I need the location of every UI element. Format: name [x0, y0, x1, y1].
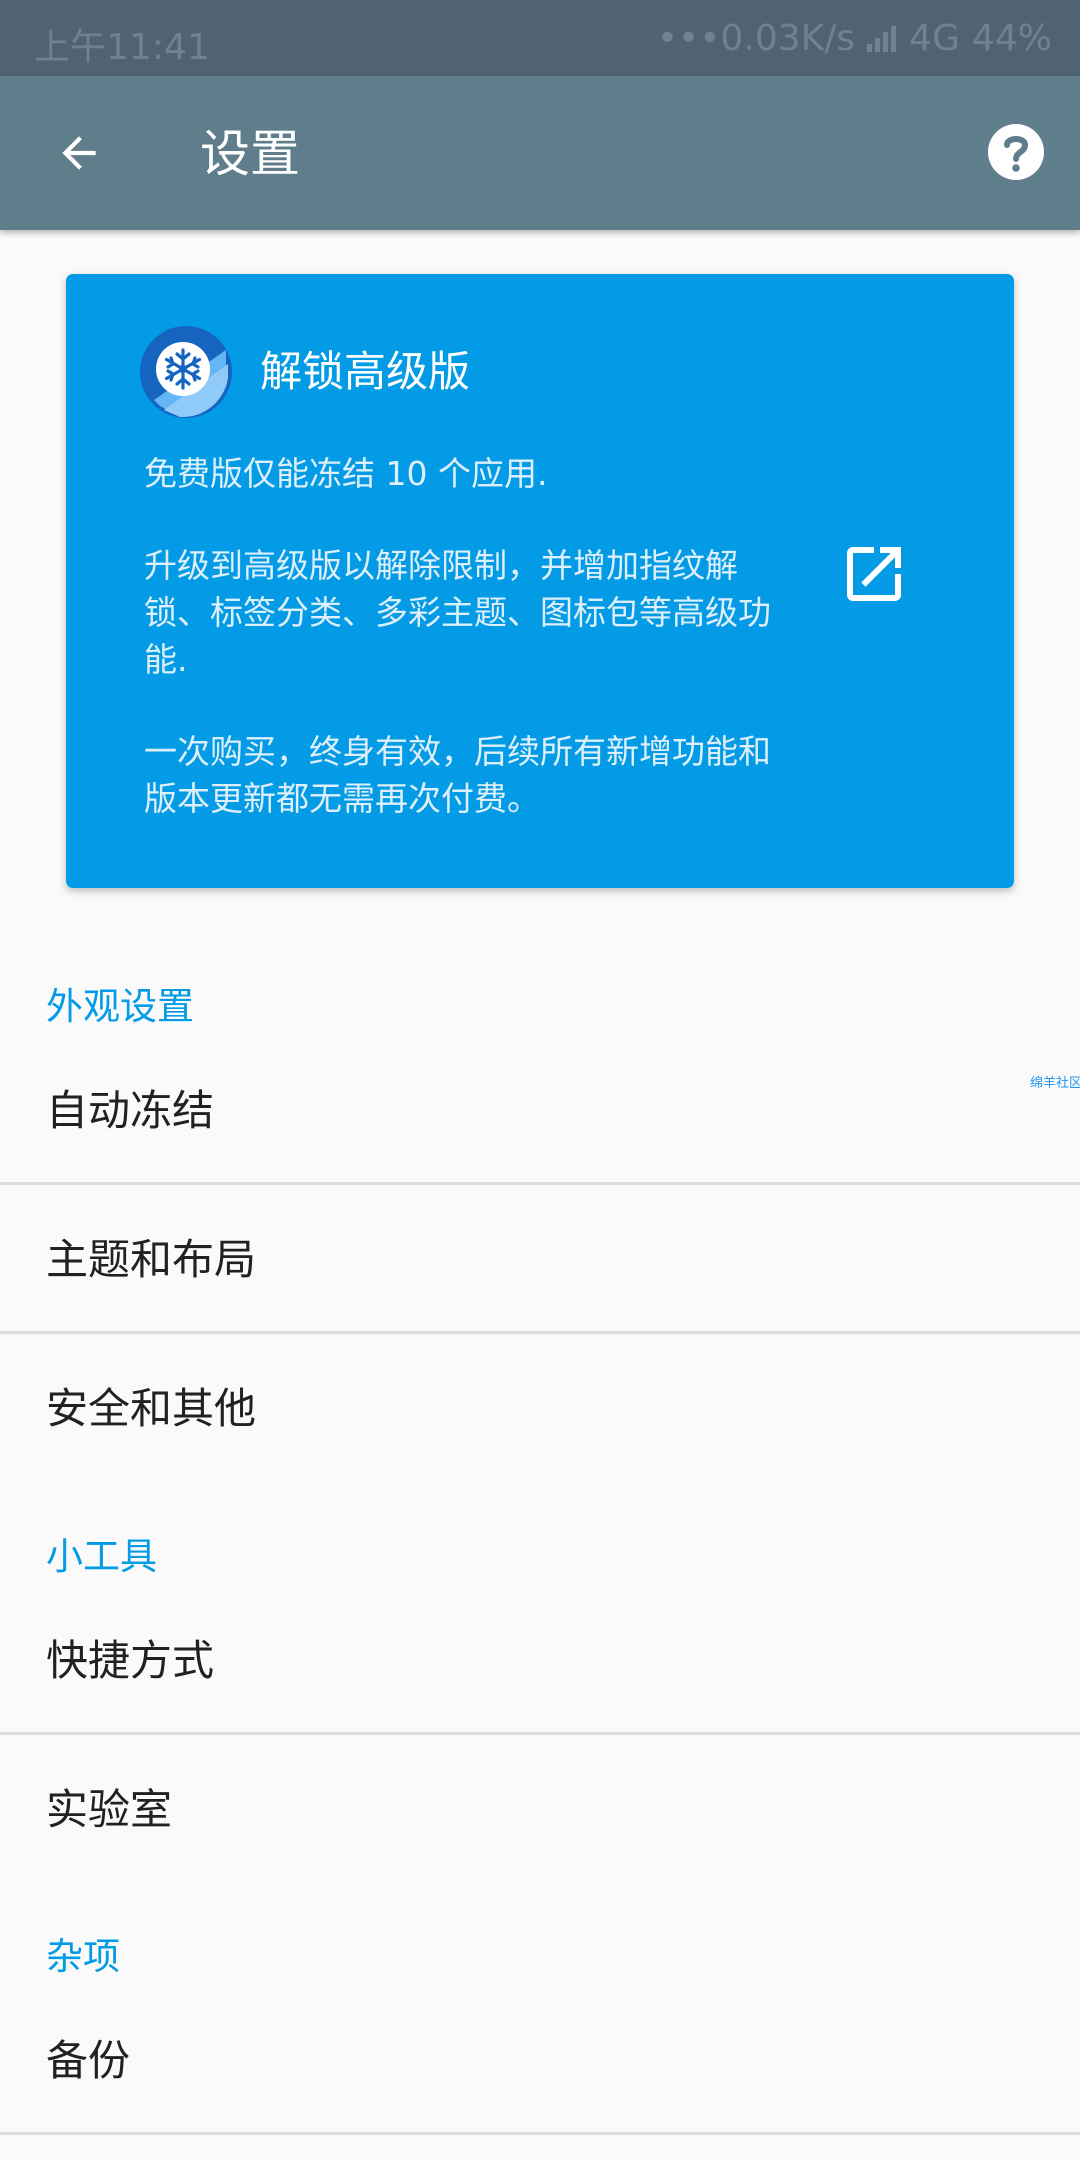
premium-free-limit-text: 免费版仅能冻结 10 个应用. — [144, 454, 548, 493]
help-button[interactable] — [986, 122, 1046, 182]
premium-description-line: 升级到高级版以解除限制，并增加指纹解 — [144, 546, 738, 585]
battery-level: 44% — [971, 18, 1052, 59]
unlock-premium-card[interactable]: 解锁高级版 免费版仅能冻结 10 个应用. 升级到高级版以解除限制，并增加指纹解… — [66, 274, 1014, 888]
premium-purchase-line: 一次购买，终身有效，后续所有新增功能和 — [144, 732, 771, 771]
snowflake-logo-icon — [140, 326, 232, 418]
setting-item-backup[interactable]: 备份 — [0, 1986, 1080, 2136]
setting-item-label: 备份 — [46, 2036, 131, 2085]
status-bar: 上午11:41 •••0.03K/s 4G 44% — [0, 0, 1080, 76]
setting-item-label: 实验室 — [46, 1785, 173, 1834]
back-button[interactable] — [44, 118, 114, 188]
page-title: 设置 — [200, 125, 300, 183]
premium-description-line: 锁、标签分类、多彩主题、图标包等高级功 — [144, 593, 771, 632]
section-header-widgets: 小工具 — [46, 1535, 157, 1578]
premium-purchase-line: 版本更新都无需再次付费。 — [144, 779, 540, 818]
app-bar: 设置 — [0, 76, 1080, 230]
signal-strength-icon — [867, 25, 897, 52]
setting-item-security-other[interactable]: 安全和其他 — [0, 1334, 1080, 1484]
status-time: 上午11:41 — [34, 27, 210, 68]
help-circle-icon — [988, 124, 1044, 180]
status-indicators: •••0.03K/s 4G 44% — [657, 18, 1052, 59]
section-header-appearance: 外观设置 — [46, 985, 194, 1028]
setting-item-label: 主题和布局 — [46, 1235, 257, 1284]
open-in-new-icon[interactable] — [838, 538, 910, 610]
setting-item-label: 自动冻结 — [46, 1086, 215, 1135]
setting-item-shortcuts[interactable]: 快捷方式 — [0, 1586, 1080, 1736]
network-speed: •••0.03K/s — [656, 18, 856, 59]
premium-card-title: 解锁高级版 — [260, 347, 471, 396]
setting-item-label: 安全和其他 — [46, 1384, 257, 1433]
setting-item-lab[interactable]: 实验室 — [0, 1735, 1080, 1885]
section-header-misc: 杂项 — [46, 1935, 120, 1978]
network-type: 4G — [909, 18, 960, 59]
setting-item-theme-layout[interactable]: 主题和布局 — [0, 1185, 1080, 1335]
premium-description-line: 能. — [144, 640, 188, 679]
divider — [0, 2132, 1080, 2135]
arrow-back-icon — [62, 136, 96, 170]
setting-item-label: 快捷方式 — [46, 1636, 215, 1685]
setting-item-auto-freeze[interactable]: 自动冻结 — [0, 1036, 1080, 1186]
